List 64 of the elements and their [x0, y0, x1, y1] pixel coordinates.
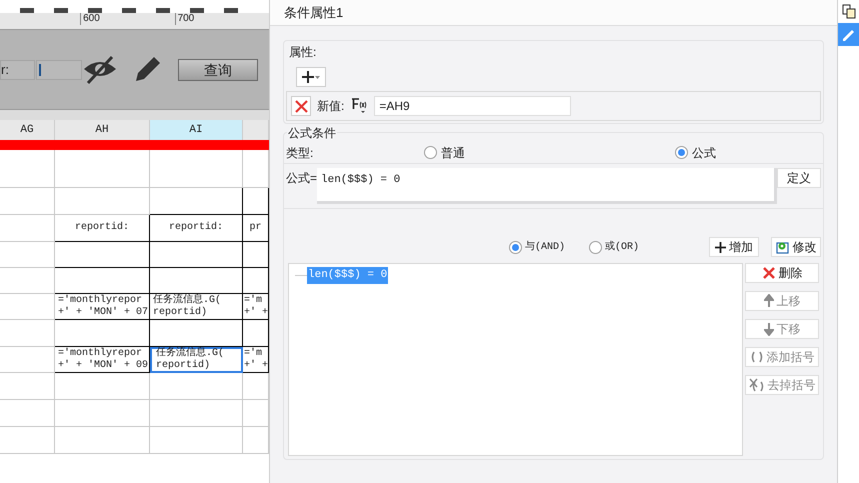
remove-parentheses-icon [748, 378, 764, 392]
group-legend: 公式条件 [287, 124, 337, 142]
table-cell[interactable] [243, 188, 269, 215]
define-button[interactable]: 定义 [777, 168, 821, 188]
table-cell[interactable] [150, 242, 243, 268]
ruler-label: 700 [174, 13, 269, 25]
formula-icon[interactable] [350, 97, 368, 115]
formula-label: 公式= [285, 170, 317, 187]
table-cell[interactable] [55, 268, 150, 294]
radio-button[interactable] [509, 240, 522, 254]
table-cell[interactable] [150, 188, 243, 215]
radio-button[interactable] [424, 146, 437, 159]
table-cell[interactable]: ='m +' + [243, 294, 269, 320]
radio-button[interactable] [589, 240, 602, 254]
add-button[interactable]: 增加 [709, 237, 759, 257]
radio-label: 公式 [692, 144, 716, 162]
close-icon [762, 266, 776, 280]
add-dropdown-button[interactable] [296, 67, 326, 87]
ruler-label: 600 [80, 13, 175, 25]
column-header[interactable]: AH [55, 120, 150, 140]
table-cell[interactable] [55, 242, 150, 268]
column-header[interactable] [243, 120, 269, 140]
eye-off-icon[interactable] [82, 54, 118, 84]
modify-button[interactable]: 修改 [771, 237, 821, 257]
parameter-label: r: [0, 60, 35, 80]
plus-icon [715, 242, 726, 252]
radio-label: 与(AND) [525, 240, 566, 254]
copy-icon [842, 4, 856, 19]
table-cell[interactable]: 任务流信息.G( reportid) [150, 294, 243, 320]
panel-title: 条件属性1 [270, 0, 837, 26]
table-cell[interactable] [243, 268, 269, 294]
radio-label: 或(OR) [605, 240, 640, 254]
table-cell[interactable]: ='monthlyrepor +' + 'MON' + 07 [55, 294, 150, 320]
delete-button[interactable] [291, 96, 311, 116]
formula-field[interactable]: len($$$) = 0 [317, 168, 777, 204]
close-icon [294, 100, 308, 112]
new-value-field[interactable]: =AH9 [374, 96, 572, 116]
caret-icon [315, 76, 320, 78]
radio-label: 普通 [441, 144, 465, 162]
table-cell[interactable]: reportid: [55, 215, 150, 242]
table-cell[interactable] [150, 268, 243, 294]
table-cell[interactable]: reportid: [150, 215, 243, 242]
type-label: 类型: [286, 144, 314, 162]
table-cell[interactable]: ='monthlyrepor +' + 'MON' + 09 [55, 347, 150, 373]
column-header[interactable]: AI [150, 120, 243, 140]
table-cell[interactable] [55, 320, 150, 347]
new-value-label: 新值: [317, 98, 344, 115]
group-legend: 属性: [288, 45, 318, 59]
table-cell[interactable]: pr [243, 215, 269, 242]
table-cell[interactable]: 任务流信息.G( reportid) [150, 347, 243, 373]
delete-button[interactable]: 删除 [745, 263, 819, 283]
radio-button[interactable] [675, 146, 688, 159]
table-cell[interactable] [243, 242, 269, 268]
column-header[interactable]: AG [0, 120, 55, 140]
query-button[interactable]: 查询 [178, 58, 258, 80]
table-cell[interactable] [150, 320, 243, 347]
arrow-up-icon [764, 294, 774, 308]
plus-icon [302, 71, 314, 83]
parameter-field[interactable] [36, 60, 82, 80]
pencil-icon [842, 28, 856, 42]
table-cell[interactable] [243, 320, 269, 347]
arrow-down-icon [764, 322, 774, 336]
parentheses-icon [750, 351, 764, 363]
table-cell[interactable]: ='m +' + [243, 347, 269, 373]
